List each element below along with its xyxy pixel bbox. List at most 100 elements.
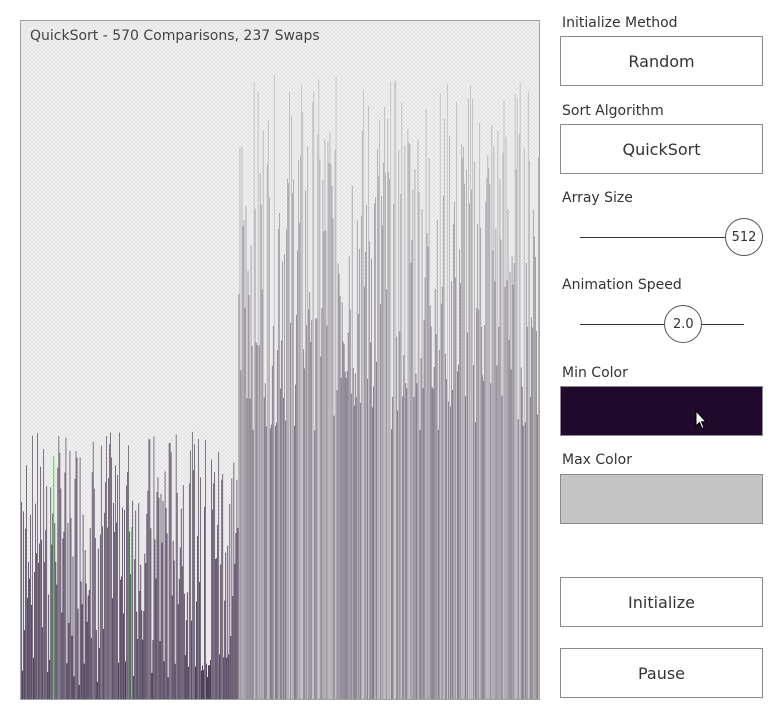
max-color-label: Max Color bbox=[562, 452, 632, 468]
array-bar bbox=[401, 102, 403, 699]
array-bar bbox=[294, 425, 295, 699]
animation-speed-slider-track[interactable] bbox=[580, 324, 744, 325]
array-bar bbox=[135, 510, 137, 699]
array-bar bbox=[438, 349, 440, 699]
array-bar bbox=[88, 589, 90, 699]
array-bar bbox=[240, 370, 242, 699]
array-bar bbox=[204, 506, 205, 699]
array-bar bbox=[86, 621, 88, 699]
array-bar bbox=[144, 553, 146, 699]
initialize-method-label: Initialize Method bbox=[562, 15, 678, 31]
sort-algorithm-select[interactable]: QuickSort bbox=[560, 124, 763, 174]
array-bar bbox=[163, 661, 165, 699]
array-bar bbox=[421, 209, 423, 699]
array-bar bbox=[146, 513, 148, 699]
array-bar bbox=[315, 318, 317, 699]
array-size-slider-knob[interactable]: 512 bbox=[725, 218, 763, 256]
array-bar bbox=[369, 241, 370, 699]
array-bar bbox=[223, 657, 225, 699]
array-bar bbox=[235, 533, 237, 699]
array-bar bbox=[85, 583, 87, 699]
array-bar bbox=[486, 177, 488, 699]
sort-algorithm-label: Sort Algorithm bbox=[562, 103, 664, 119]
array-bar bbox=[134, 559, 136, 699]
array-bar bbox=[212, 509, 213, 699]
array-bar bbox=[508, 340, 510, 699]
array-bar bbox=[316, 318, 318, 699]
array-bar bbox=[278, 212, 280, 699]
array-bar bbox=[454, 201, 455, 699]
array-bar bbox=[380, 304, 381, 699]
array-bar bbox=[147, 490, 149, 699]
array-bar bbox=[48, 594, 50, 699]
array-bar bbox=[194, 444, 195, 699]
array-bar bbox=[181, 566, 183, 699]
array-bar bbox=[451, 389, 453, 699]
array-bar bbox=[329, 132, 331, 699]
array-bar bbox=[507, 208, 509, 699]
array-bar bbox=[274, 425, 276, 699]
array-bar bbox=[155, 578, 157, 699]
max-color-swatch[interactable] bbox=[560, 474, 763, 524]
array-bar bbox=[23, 511, 24, 699]
array-bar bbox=[390, 81, 392, 699]
array-bar bbox=[470, 85, 471, 699]
array-bar bbox=[237, 527, 239, 699]
animation-speed-slider-knob[interactable]: 2.0 bbox=[664, 305, 703, 343]
array-bar bbox=[330, 164, 332, 699]
array-bar bbox=[49, 659, 51, 699]
array-bar bbox=[367, 378, 368, 699]
array-size-slider[interactable]: 512 bbox=[580, 218, 765, 258]
array-bar bbox=[378, 176, 379, 699]
array-bar bbox=[522, 425, 524, 699]
array-bar bbox=[51, 544, 53, 699]
array-bar bbox=[530, 317, 532, 699]
array-bar bbox=[103, 512, 105, 699]
array-bar bbox=[410, 262, 412, 699]
array-bar bbox=[32, 435, 33, 699]
array-bar bbox=[415, 373, 417, 699]
array-bar bbox=[70, 517, 72, 699]
array-bar bbox=[55, 562, 57, 699]
array-bar bbox=[403, 355, 405, 699]
array-bar bbox=[126, 485, 128, 699]
animation-speed-slider[interactable]: 2.0 bbox=[580, 305, 765, 345]
array-bar bbox=[322, 179, 324, 699]
array-bar bbox=[173, 560, 175, 699]
array-bar bbox=[208, 665, 209, 699]
array-bar bbox=[66, 663, 68, 699]
array-bar bbox=[217, 524, 219, 699]
array-size-slider-track[interactable] bbox=[580, 237, 744, 238]
array-bar bbox=[196, 601, 197, 699]
pause-button[interactable]: Pause bbox=[560, 648, 763, 698]
array-bar bbox=[143, 611, 145, 699]
array-bar bbox=[115, 465, 116, 699]
array-bar bbox=[533, 236, 535, 699]
array-bar bbox=[499, 179, 501, 699]
array-bar bbox=[201, 670, 202, 699]
array-bar bbox=[433, 367, 435, 699]
array-bar bbox=[159, 641, 161, 699]
array-bar bbox=[241, 146, 243, 699]
array-bar bbox=[107, 527, 108, 699]
array-bar bbox=[93, 488, 95, 699]
min-color-swatch[interactable] bbox=[560, 386, 763, 436]
initialize-method-select[interactable]: Random bbox=[560, 36, 763, 86]
array-bar bbox=[169, 442, 171, 699]
array-bar bbox=[463, 146, 464, 699]
array-bar bbox=[264, 383, 266, 699]
array-bar bbox=[392, 396, 394, 699]
array-bar bbox=[113, 502, 114, 699]
array-bar bbox=[191, 431, 193, 699]
initialize-button[interactable]: Initialize bbox=[560, 577, 763, 627]
array-bar bbox=[382, 225, 383, 699]
array-bar bbox=[56, 584, 58, 699]
array-bar bbox=[251, 345, 253, 699]
array-bar bbox=[303, 349, 305, 699]
array-bar bbox=[337, 263, 339, 699]
array-bar bbox=[57, 467, 59, 699]
array-bar bbox=[183, 593, 185, 699]
array-bar bbox=[471, 189, 472, 699]
array-bar bbox=[186, 592, 188, 699]
array-bar bbox=[483, 380, 485, 699]
